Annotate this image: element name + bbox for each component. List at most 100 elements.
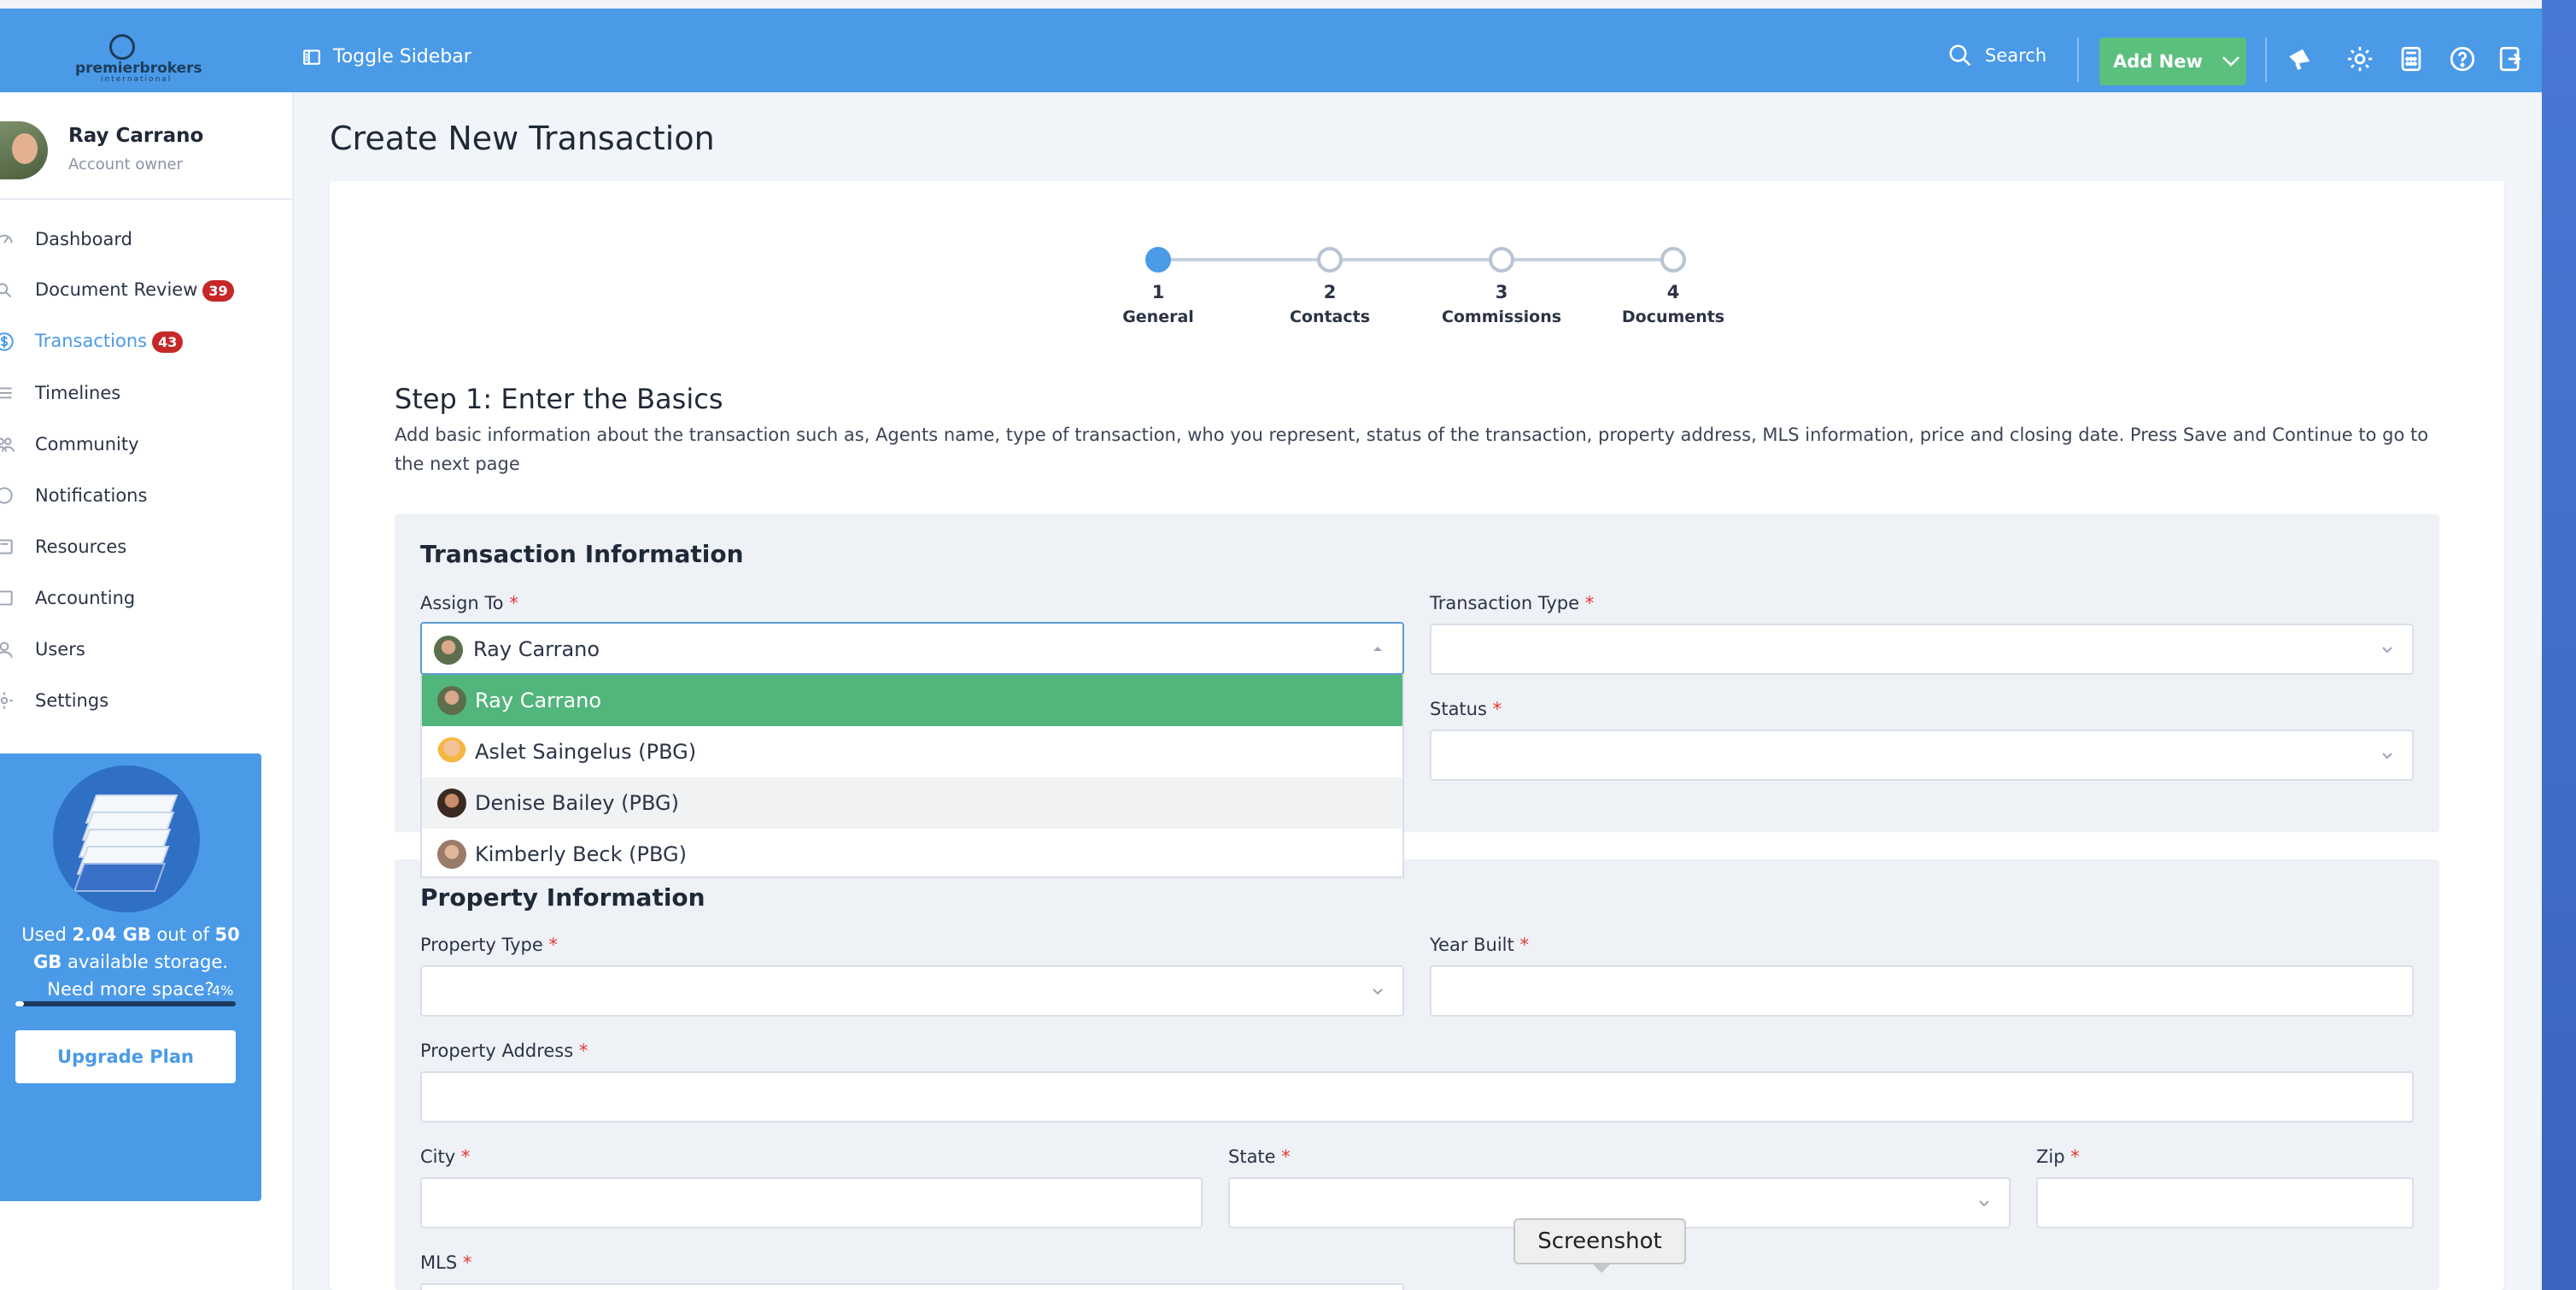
chevron-down-icon xyxy=(2382,753,2392,759)
toggle-sidebar-button[interactable]: Toggle Sidebar xyxy=(302,46,471,67)
calculator-icon[interactable] xyxy=(2397,44,2426,73)
search-icon xyxy=(1949,44,1971,67)
storage-progress-bar xyxy=(15,1001,236,1006)
step-description: Add basic information about the transact… xyxy=(395,425,2429,474)
step-label-general[interactable]: General xyxy=(1090,308,1227,326)
storage-progress-fill xyxy=(15,1001,25,1006)
sidebar-item-label: Notifications xyxy=(35,485,148,506)
chevron-down-icon xyxy=(1373,988,1383,995)
mls-input[interactable] xyxy=(420,1283,1404,1290)
list-item[interactable]: Aslet Saingelus (PBG) xyxy=(422,726,1402,777)
user-icon xyxy=(0,642,13,658)
megaphone-icon[interactable] xyxy=(2286,44,2315,73)
zip-label: Zip * xyxy=(2036,1146,2080,1167)
assign-to-label: Assign To * xyxy=(420,593,518,613)
assign-to-select[interactable]: Ray Carrano xyxy=(420,622,1404,675)
step-number: 2 xyxy=(1323,282,1337,302)
step-label-commissions[interactable]: Commissions xyxy=(1433,308,1570,326)
logo-mark-icon xyxy=(109,34,135,60)
option-label: Aslet Saingelus (PBG) xyxy=(475,740,697,764)
step-3-dot[interactable] xyxy=(1489,247,1514,273)
storage-card: Used 2.04 GB out of 50 GB available stor… xyxy=(0,753,261,1201)
list-item[interactable]: Denise Bailey (PBG) xyxy=(422,777,1402,829)
dollar-icon xyxy=(0,332,14,351)
section-title: Property Information xyxy=(420,883,705,912)
city-input[interactable] xyxy=(420,1177,1203,1228)
sidebar-divider xyxy=(0,198,294,200)
settings-icon xyxy=(0,692,13,709)
brand-logo[interactable]: premierbrokers international xyxy=(75,34,202,84)
logout-icon[interactable] xyxy=(2497,44,2526,73)
logo-text: premierbrokers xyxy=(75,60,202,77)
step-number: 1 xyxy=(1151,282,1165,302)
list-item[interactable]: Kimberly Beck (PBG) xyxy=(422,829,1402,877)
option-label: Kimberly Beck (PBG) xyxy=(475,842,687,866)
community-icon xyxy=(0,437,15,452)
mls-label: MLS * xyxy=(420,1252,472,1273)
sidebar-item-label: Document Review xyxy=(35,279,198,301)
chevron-down-icon xyxy=(1979,1200,1989,1207)
toggle-sidebar-label: Toggle Sidebar xyxy=(333,46,471,67)
status-select[interactable] xyxy=(1430,730,2414,781)
avatar xyxy=(437,789,466,818)
assign-to-value: Ray Carrano xyxy=(473,637,600,661)
sidebar-item-label: Settings xyxy=(35,690,109,711)
header-divider xyxy=(2077,38,2079,82)
year-built-label: Year Built * xyxy=(1430,935,1529,955)
gear-icon[interactable] xyxy=(2345,44,2374,73)
step-number: 4 xyxy=(1666,282,1680,302)
help-icon[interactable] xyxy=(2448,44,2477,73)
sidebar-item-label: Accounting xyxy=(35,588,136,608)
transaction-type-select[interactable] xyxy=(1430,624,2414,675)
sidebar-toggle-icon xyxy=(303,49,320,65)
sidebar-item-label: Transactions xyxy=(35,331,148,352)
step-1-dot[interactable] xyxy=(1145,247,1171,273)
user-name: Ray Carrano xyxy=(68,125,204,147)
chevron-up-icon xyxy=(1373,647,1382,651)
count-badge: 43 xyxy=(152,331,184,353)
sidebar: Ray Carrano Account owner Dashboard Docu… xyxy=(0,92,294,1290)
step-heading: Step 1: Enter the Basics xyxy=(395,383,723,415)
avatar xyxy=(437,686,466,715)
add-new-button[interactable]: Add New xyxy=(2099,38,2246,85)
zip-input[interactable] xyxy=(2036,1177,2414,1228)
city-label: City * xyxy=(420,1146,471,1167)
chevron-down-icon xyxy=(2222,56,2239,67)
timeline-icon xyxy=(0,387,12,399)
stepper-line xyxy=(1158,258,1671,261)
storage-percent: 4% xyxy=(212,982,234,999)
state-label: State * xyxy=(1228,1146,1291,1167)
property-address-input[interactable] xyxy=(420,1071,2414,1123)
add-new-label: Add New xyxy=(2113,51,2203,72)
document-stack-icon xyxy=(53,765,200,912)
step-label-documents[interactable]: Documents xyxy=(1605,308,1742,326)
transaction-type-label: Transaction Type * xyxy=(1430,593,1595,613)
avatar xyxy=(437,737,466,766)
option-label: Ray Carrano xyxy=(475,689,602,712)
search-label: Search xyxy=(1985,45,2047,66)
step-2-dot[interactable] xyxy=(1317,247,1343,273)
user-role: Account owner xyxy=(68,155,184,173)
assign-to-options: Ray Carrano Aslet Saingelus (PBG) Denise… xyxy=(420,675,1404,878)
window-top-strip xyxy=(0,0,2542,9)
property-address-label: Property Address * xyxy=(420,1041,588,1061)
top-header: premierbrokers international Toggle Side… xyxy=(0,9,2542,92)
upgrade-plan-button[interactable]: Upgrade Plan xyxy=(15,1030,236,1083)
property-type-select[interactable] xyxy=(420,965,1404,1017)
year-built-input[interactable] xyxy=(1430,965,2414,1017)
step-4-dot[interactable] xyxy=(1660,247,1686,273)
status-label: Status * xyxy=(1430,699,1502,719)
sidebar-item-label: Users xyxy=(35,639,85,660)
desktop-edge xyxy=(2542,0,2576,1290)
avatar[interactable] xyxy=(0,121,48,179)
logo-subtext: international xyxy=(101,75,173,84)
property-type-label: Property Type * xyxy=(420,935,558,955)
screenshot-tooltip: Screenshot xyxy=(1513,1218,1686,1273)
count-badge: 39 xyxy=(202,279,234,302)
sidebar-item-label: Resources xyxy=(35,537,127,557)
list-item[interactable]: Ray Carrano xyxy=(422,675,1402,726)
dashboard-icon xyxy=(0,234,13,243)
step-label-contacts[interactable]: Contacts xyxy=(1262,308,1398,326)
search-button[interactable]: Search xyxy=(1947,43,2046,68)
page-title: Create New Transaction xyxy=(330,120,715,157)
